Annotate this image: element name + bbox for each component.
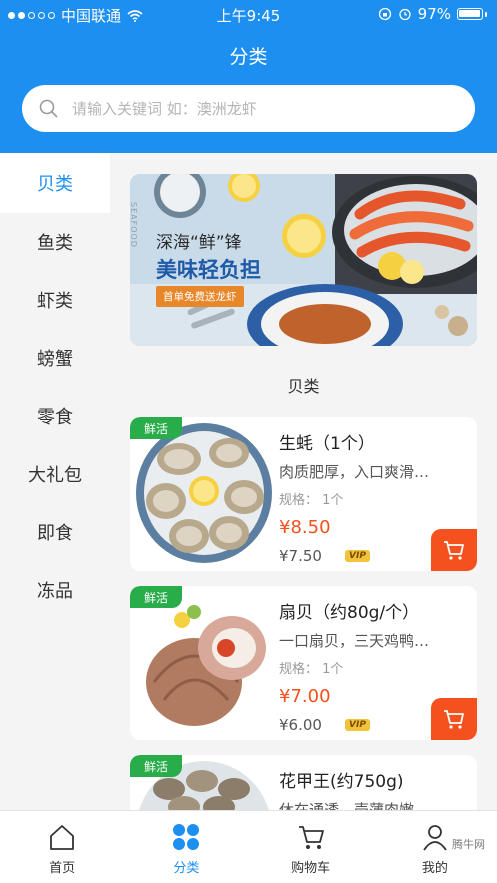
tab-home[interactable]: 首页 <box>0 811 124 883</box>
watermark: 腾牛网 <box>452 838 485 851</box>
product-name[interactable]: 生蚝（1个） <box>279 429 375 454</box>
sidebar-item-gift-pack[interactable]: 大礼包 <box>0 445 110 503</box>
category-icon <box>173 824 200 850</box>
vip-price: ¥6.00 <box>279 716 322 734</box>
sidebar-item-fish[interactable]: 鱼类 <box>0 213 110 271</box>
banner-side-text: SEAFOOD <box>130 202 138 248</box>
product-description: 一口扇贝，三天鸡鸭… <box>279 632 430 650</box>
main-content: SEAFOOD 深海“鲜”锋 美味轻负担 首单免费送龙虾 贝类 鲜活 生蚝（1个… <box>110 153 497 810</box>
product-card[interactable]: 鲜活 生蚝（1个） 肉质肥厚，入口爽滑… 规格： 1个 ¥8.50 ¥7.50 … <box>130 417 477 571</box>
cart-icon <box>444 710 464 729</box>
sidebar-item-shrimp[interactable]: 虾类 <box>0 271 110 329</box>
sidebar-item-snacks[interactable]: 零食 <box>0 387 110 445</box>
vip-badge: VIP <box>345 719 370 731</box>
product-price: ¥7.00 <box>279 686 331 707</box>
add-to-cart-button[interactable] <box>431 529 477 571</box>
sidebar-item-ready-to-eat[interactable]: 即食 <box>0 503 110 561</box>
product-spec: 规格： 1个 <box>279 662 344 677</box>
product-spec: 规格： 1个 <box>279 493 344 508</box>
user-icon <box>423 825 447 851</box>
vip-badge: VIP <box>345 550 370 562</box>
vip-price: ¥7.50 <box>279 547 322 565</box>
search-input[interactable]: 请输入关键词 如：澳洲龙虾 <box>72 98 257 119</box>
search-icon <box>39 99 58 118</box>
tab-mine-label: 我的 <box>421 861 448 876</box>
sidebar-item-shellfish[interactable]: 贝类 <box>0 153 110 213</box>
fresh-badge: 鲜活 <box>130 755 182 777</box>
cart-icon <box>444 541 464 560</box>
section-title: 贝类 <box>287 377 320 396</box>
tab-category-label: 分类 <box>173 861 200 876</box>
banner-tag: 首单免费送龙虾 <box>156 286 244 307</box>
product-description: 肉质肥厚，入口爽滑… <box>279 463 430 481</box>
battery-icon <box>457 8 483 20</box>
product-image <box>134 590 274 734</box>
tab-cart[interactable]: 购物车 <box>249 811 373 883</box>
status-bar: 中国联通 上午9:45 97% <box>0 0 497 28</box>
banner-subheadline: 美味轻负担 <box>156 258 261 282</box>
page-title: 分类 <box>229 46 268 68</box>
alarm-icon <box>399 8 411 21</box>
promo-banner[interactable]: SEAFOOD 深海“鲜”锋 美味轻负担 首单免费送龙虾 <box>130 174 477 346</box>
product-price: ¥8.50 <box>279 517 331 538</box>
banner-headline: 深海“鲜”锋 <box>156 233 242 253</box>
sidebar-item-frozen[interactable]: 冻品 <box>0 561 110 619</box>
home-icon <box>50 825 75 850</box>
fresh-badge: 鲜活 <box>130 417 182 439</box>
sidebar-item-crab[interactable]: 螃蟹 <box>0 329 110 387</box>
product-image <box>136 423 272 563</box>
tab-home-label: 首页 <box>49 861 76 876</box>
product-card[interactable]: 鲜活 花甲王(约750g) 休在通透，壳薄肉嫩 <box>130 755 477 810</box>
product-card[interactable]: 鲜活 扇贝（约80g/个） 一口扇贝，三天鸡鸭… 规格： 1个 ¥7.00 ¥6… <box>130 586 477 740</box>
cart-icon <box>298 826 324 849</box>
bottom-tab-bar: 首页 分类 购物车 我的 <box>0 810 497 883</box>
fresh-badge: 鲜活 <box>130 586 182 608</box>
header: 中国联通 上午9:45 97% 分类 请输入关键词 如：澳洲龙虾 <box>0 0 497 153</box>
tab-cart-label: 购物车 <box>291 861 331 876</box>
tab-category[interactable]: 分类 <box>124 811 248 883</box>
battery-percent: 97% <box>417 5 451 23</box>
search-bar[interactable]: 请输入关键词 如：澳洲龙虾 <box>22 85 475 132</box>
product-name[interactable]: 扇贝（约80g/个） <box>279 598 419 623</box>
rotation-lock-icon <box>378 7 391 21</box>
add-to-cart-button[interactable] <box>431 698 477 740</box>
product-name[interactable]: 花甲王(约750g) <box>279 767 404 792</box>
category-sidebar: 贝类 鱼类 虾类 螃蟹 零食 大礼包 即食 冻品 <box>0 153 110 810</box>
product-description: 休在通透，壳薄肉嫩 <box>279 801 415 810</box>
